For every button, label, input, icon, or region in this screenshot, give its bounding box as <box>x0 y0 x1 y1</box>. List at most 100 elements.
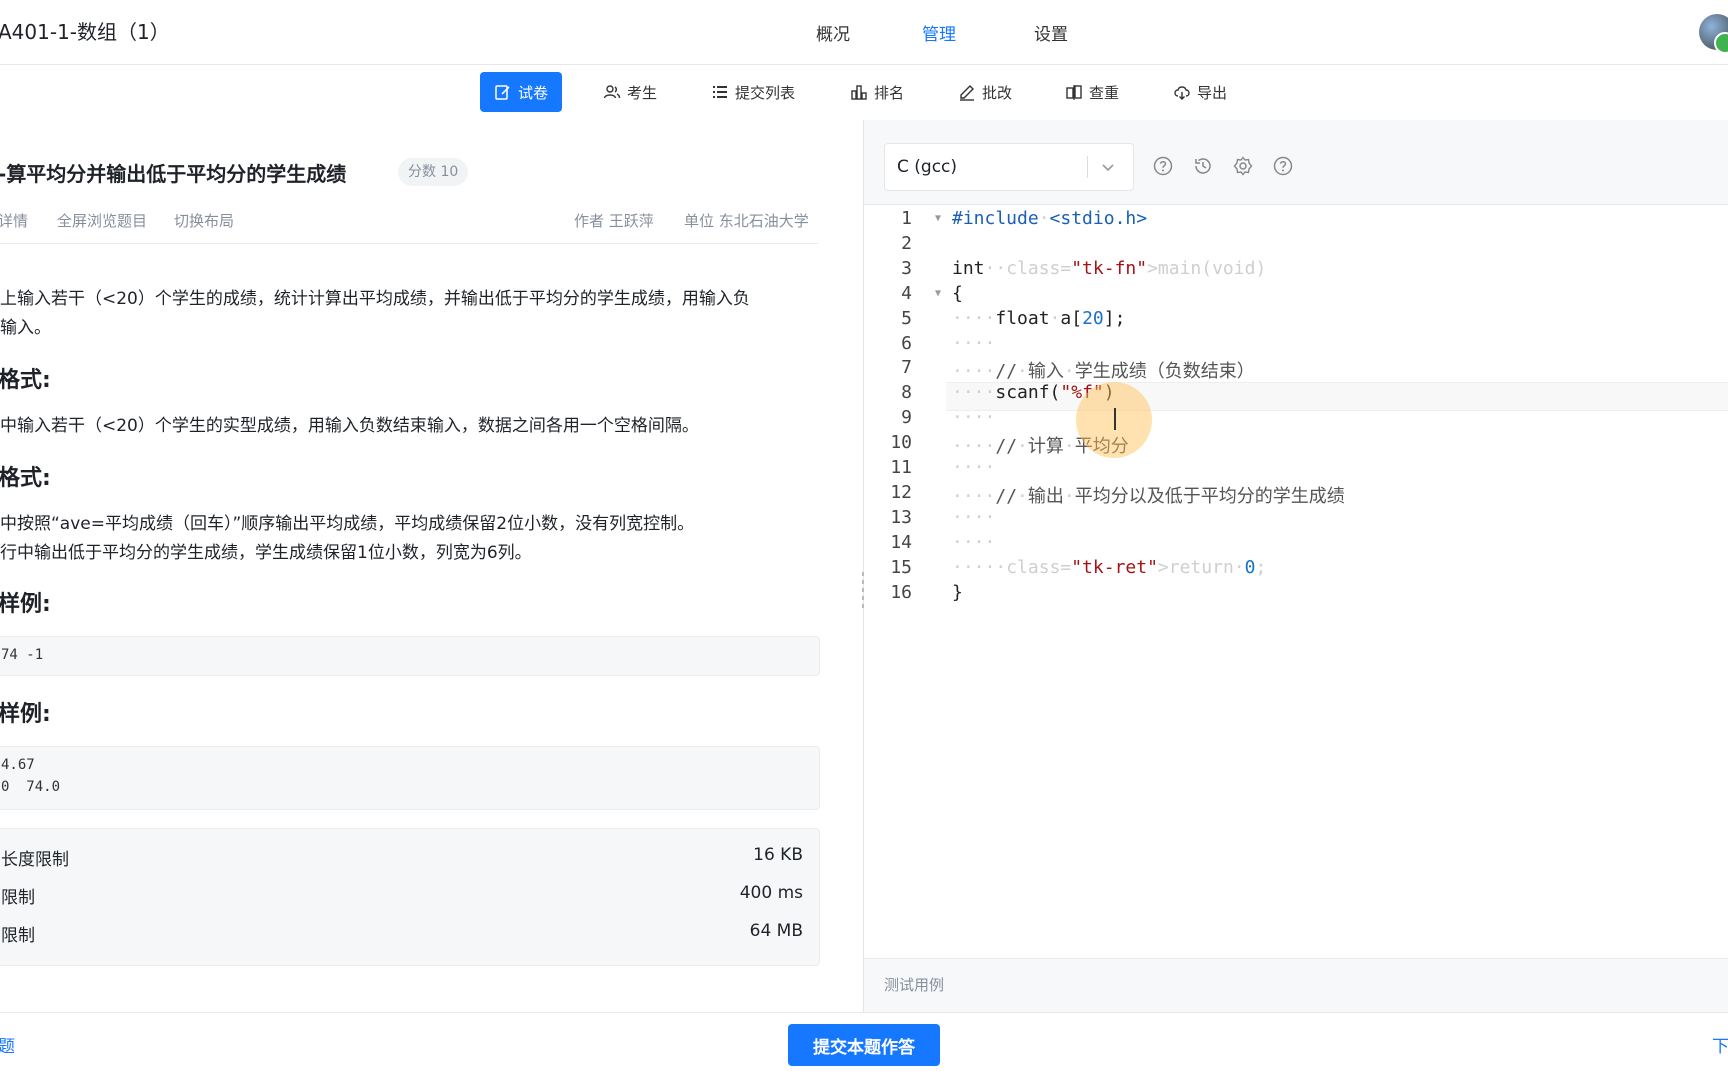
language-value: C (gcc) <box>897 157 958 177</box>
sample-output-box: 4.67 0 74.0 <box>0 746 820 810</box>
test-case-label[interactable]: 测试用例 <box>884 974 944 995</box>
code-line[interactable]: 3 int··class="tk-fn">main(void) <box>864 258 1728 285</box>
author-text: 作者 王跃萍 <box>574 212 654 230</box>
tab-candidates[interactable]: 考生 <box>589 72 671 112</box>
tab-label: 查重 <box>1089 83 1120 102</box>
line-number: 9 <box>901 407 912 429</box>
switch-layout-link[interactable]: 切换布局 <box>174 210 234 231</box>
settings-icon[interactable] <box>1232 155 1254 177</box>
tab-export[interactable]: 导出 <box>1159 72 1241 112</box>
edit-icon <box>495 85 510 100</box>
limit-key: 限制 <box>1 926 35 946</box>
cloud-download-icon <box>1174 86 1190 100</box>
code-text: ····//·输入·学生成绩（负数结束） <box>952 361 1255 383</box>
fold-arrow-icon[interactable]: ▼ <box>935 288 941 299</box>
sample-input-heading: 样例: <box>0 592 51 617</box>
tab-label: 批改 <box>982 83 1013 102</box>
code-line[interactable]: 2 <box>864 233 1728 260</box>
code-text: ···· <box>952 457 996 478</box>
limits-box: 长度限制 16 KB 限制 400 ms 限制 64 MB <box>0 828 820 966</box>
list-icon <box>713 86 727 98</box>
test-case-bar <box>864 958 1728 1013</box>
code-length-limit: 长度限制 16 KB <box>1 845 803 875</box>
nav-manage[interactable]: 管理 <box>922 20 956 45</box>
code-line[interactable]: 5 ····float·a[20]; <box>864 308 1728 335</box>
sub-nav: 试卷 考生 提交列表 排名 批改 查重 导出 <box>0 65 1728 119</box>
output-format-line: 中按照“ave=平均成绩（回车）”顺序输出平均成绩，平均成绩保留2位小数，没有列… <box>0 514 695 534</box>
help-circle-icon[interactable] <box>1152 155 1174 177</box>
sample-input-line: 74 -1 <box>1 647 44 663</box>
language-select[interactable]: C (gcc) <box>884 143 1134 191</box>
input-format-text: 中输入若干（<20）个学生的实型成绩，用输入负数结束输入，数据之间各用一个空格间… <box>0 416 699 436</box>
code-line[interactable]: 4 ▼ { <box>864 283 1728 310</box>
sample-output-heading: 样例: <box>0 702 51 727</box>
code-line[interactable]: 12 ····//·输出·平均分以及低于平均分的学生成绩 <box>864 482 1728 509</box>
compare-icon <box>1066 85 1082 100</box>
code-line[interactable]: 8 ····scanf("%f") <box>864 382 1728 409</box>
code-text: ···· <box>952 506 996 528</box>
code-text: ····float·a[20]; <box>952 307 1126 329</box>
chevron-down-icon <box>1102 164 1114 172</box>
code-line[interactable]: 15 ·····class="tk-ret">return·0; <box>864 557 1728 584</box>
unit-text: 单位 东北石油大学 <box>684 212 809 230</box>
code-text: ····//·输出·平均分以及低于平均分的学生成绩 <box>952 485 1345 507</box>
description-line: 输入。 <box>0 318 51 338</box>
tab-grading[interactable]: 批改 <box>944 72 1026 112</box>
nav-settings[interactable]: 设置 <box>1034 20 1068 45</box>
code-line[interactable]: 1 ▼ #include·<stdio.h> <box>864 208 1728 235</box>
next-question-link[interactable]: 下 <box>1712 1032 1728 1057</box>
code-line[interactable]: 10 ····//·计算·平均分 <box>864 432 1728 459</box>
code-line[interactable]: 16} <box>864 582 1728 609</box>
nav-overview[interactable]: 概况 <box>816 20 850 45</box>
code-text: } <box>952 581 963 603</box>
code-text: ···· <box>952 531 996 553</box>
code-line[interactable]: 14 ···· <box>864 532 1728 559</box>
output-format-line: 行中输出低于平均分的学生成绩，学生成绩保留1位小数，列宽为6列。 <box>0 543 532 563</box>
code-line[interactable]: 7 ····//·输入·学生成绩（负数结束） <box>864 357 1728 384</box>
code-text: { <box>952 282 963 304</box>
tab-submissions[interactable]: 提交列表 <box>697 72 809 112</box>
pen-icon <box>960 85 974 101</box>
details-link[interactable]: 详情 <box>0 210 28 231</box>
line-number: 14 <box>890 531 912 553</box>
tab-paper[interactable]: 试卷 <box>480 72 563 112</box>
prev-question-link[interactable]: 题 <box>0 1032 15 1057</box>
code-line[interactable]: 6 ···· <box>864 333 1728 360</box>
question-icon[interactable] <box>1272 155 1294 177</box>
line-number: 2 <box>901 232 912 254</box>
time-limit: 限制 400 ms <box>1 883 803 913</box>
code-line[interactable]: 13 ···· <box>864 507 1728 534</box>
line-number: 10 <box>890 432 912 454</box>
bar-chart-icon <box>851 85 867 100</box>
output-format-heading: 格式: <box>0 466 51 491</box>
description-line: 上输入若干（<20）个学生的成绩，统计计算出平均成绩，并输出低于平均分的学生成绩… <box>0 289 750 309</box>
line-number: 1 <box>901 208 912 229</box>
users-icon <box>603 85 621 99</box>
code-editor[interactable]: 1 ▼ #include·<stdio.h> 2 3 int··class="tk-fn"… <box>864 206 1728 956</box>
line-number: 5 <box>901 307 912 329</box>
sample-output-line: 0 74.0 <box>1 779 61 795</box>
line-number: 7 <box>901 357 912 379</box>
code-line[interactable]: 11 ···· <box>864 457 1728 484</box>
limit-key: 限制 <box>1 888 35 908</box>
limit-value: 16 KB <box>753 845 803 865</box>
tab-label: 导出 <box>1197 83 1228 102</box>
submit-answer-button[interactable]: 提交本题作答 <box>788 1024 940 1066</box>
tab-plagiarism[interactable]: 查重 <box>1051 72 1133 112</box>
line-number: 16 <box>890 581 912 603</box>
line-number: 15 <box>890 556 912 578</box>
divider <box>0 243 818 244</box>
code-line[interactable]: 9 ···· <box>864 407 1728 434</box>
code-text: ···· <box>952 407 996 429</box>
code-text: #include·<stdio.h> <box>952 208 1148 229</box>
history-icon[interactable] <box>1192 155 1214 177</box>
sample-input-box: 74 -1 <box>0 636 820 676</box>
fold-arrow-icon[interactable]: ▼ <box>935 213 941 224</box>
select-separator <box>1087 156 1088 178</box>
score-badge: 分数 10 <box>398 158 469 186</box>
tab-ranking[interactable]: 排名 <box>836 72 918 112</box>
fullscreen-link[interactable]: 全屏浏览题目 <box>57 210 147 231</box>
line-number: 3 <box>901 257 912 279</box>
question-title: -算平均分并输出低于平均分的学生成绩 <box>0 162 347 186</box>
tab-label: 考生 <box>627 83 658 102</box>
